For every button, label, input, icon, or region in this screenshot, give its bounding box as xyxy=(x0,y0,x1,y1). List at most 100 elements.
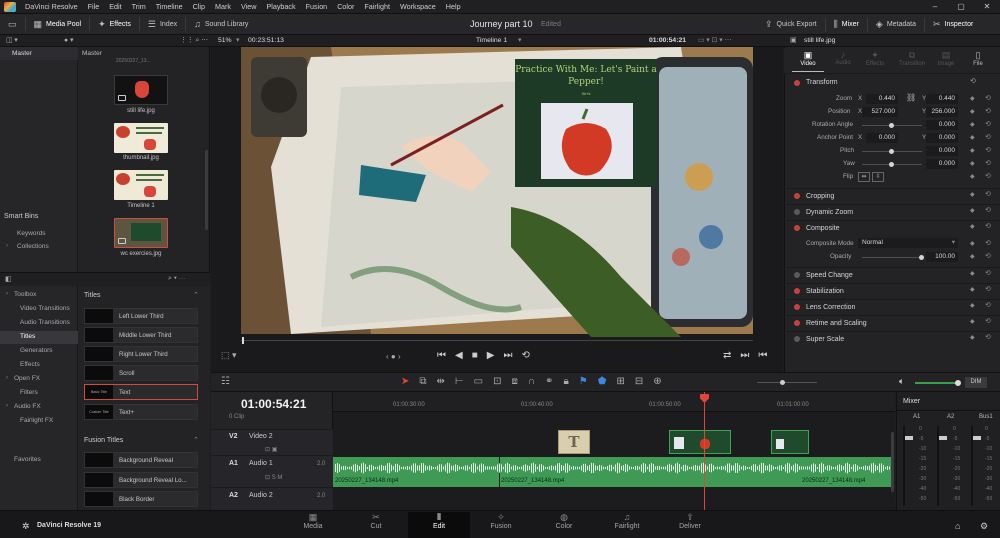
effects-tree-item[interactable]: › Open FX xyxy=(0,373,78,386)
linked-selection-icon[interactable]: ⚭ xyxy=(545,376,553,387)
overwrite-clip-icon[interactable]: ⊡ xyxy=(493,376,501,387)
reset-icon[interactable]: ⟲ xyxy=(985,94,991,102)
keyframe-icon[interactable]: ◆ xyxy=(970,134,975,141)
settings-icon[interactable]: ⚙ xyxy=(980,521,988,532)
play-icon[interactable]: ▶ xyxy=(487,350,495,361)
timeline-selector[interactable]: Timeline 1 xyxy=(476,35,507,47)
viewer-zoom[interactable]: 51% xyxy=(218,35,232,47)
timeline-options-icon[interactable]: ☷ xyxy=(221,376,230,387)
track-controls-icon[interactable]: ⊡ ▣ xyxy=(265,446,277,453)
reset-icon[interactable]: ⟲ xyxy=(985,252,991,260)
keyframe-icon[interactable]: ◆ xyxy=(970,108,975,115)
position-x-field[interactable]: 527.000 xyxy=(862,107,898,117)
tab-image[interactable]: ▤ Image xyxy=(930,50,962,67)
opacity-knob[interactable] xyxy=(919,255,924,260)
insert-clip-icon[interactable]: ▭ xyxy=(474,376,483,387)
timeline-chevron-icon[interactable]: ▾ xyxy=(518,35,521,47)
clip-timeline-1[interactable] xyxy=(114,170,168,200)
volume-icon[interactable]: 🔈︎ xyxy=(899,376,904,387)
page-edit[interactable]: ⫴ Edit xyxy=(408,512,470,538)
reset-icon[interactable]: ⟲ xyxy=(985,239,991,247)
pitch-field[interactable]: 0.000 xyxy=(926,146,958,156)
clip-thumbnail[interactable] xyxy=(114,123,168,153)
menu-timeline[interactable]: Timeline xyxy=(151,2,188,11)
viewer-options-icon[interactable]: ▭ ▾ ⊡ ▾ ⋯ xyxy=(698,35,731,47)
yaw-field[interactable]: 0.000 xyxy=(926,159,958,169)
menu-fairlight[interactable]: Fairlight xyxy=(359,2,395,11)
menu-fusion[interactable]: Fusion xyxy=(301,2,333,11)
go-to-end-icon[interactable]: ⏭ xyxy=(503,350,512,361)
fusion-title-item[interactable]: Background Reveal xyxy=(84,452,198,468)
enable-toggle[interactable] xyxy=(794,225,800,231)
keyframe-icon[interactable]: ◆ xyxy=(970,95,975,102)
reset-icon[interactable]: ⟲ xyxy=(985,159,991,167)
home-icon[interactable]: ⌂ xyxy=(955,521,960,531)
search-icon[interactable]: ⌕ ▾ ⋯ xyxy=(168,275,186,283)
lens-correction-section[interactable]: Lens Correction xyxy=(784,299,1000,314)
loop-icon[interactable]: ⟲ xyxy=(521,350,529,361)
effects-tree-item[interactable]: Audio Transitions xyxy=(0,317,78,330)
reset-icon[interactable]: ⟲ xyxy=(985,146,991,154)
maximize-icon[interactable]: ▢ xyxy=(948,0,974,14)
master-bin[interactable]: Master xyxy=(0,47,78,60)
dim-button[interactable]: DIM xyxy=(965,377,987,388)
menu-help[interactable]: Help xyxy=(441,2,466,11)
menu-playback[interactable]: Playback xyxy=(261,2,300,11)
tab-audio[interactable]: ♪ Audio xyxy=(827,50,859,66)
zoom-chevron-icon[interactable]: ▾ xyxy=(236,35,239,47)
match-frame-icon[interactable]: ⇄ xyxy=(723,350,731,361)
collections-chevron-icon[interactable]: › xyxy=(6,243,8,249)
menu-color[interactable]: Color xyxy=(332,2,359,11)
transform-mode-icon[interactable]: ⬚ ▾ xyxy=(221,350,237,361)
composite-mode-select[interactable]: Normal ▾ xyxy=(858,238,958,248)
cropping-section[interactable]: Cropping xyxy=(784,188,1000,203)
index-button[interactable]: ☰ Index xyxy=(140,14,185,35)
enable-toggle[interactable] xyxy=(794,272,800,278)
chevron-right-icon[interactable]: › xyxy=(6,375,8,381)
keyframe-icon[interactable]: ◆ xyxy=(970,253,975,260)
video-clip[interactable] xyxy=(669,430,731,454)
reverse-play-icon[interactable]: ◀ xyxy=(455,350,463,361)
page-color[interactable]: ◍ Color xyxy=(533,512,595,538)
anchor-y-field[interactable]: 0.000 xyxy=(926,133,958,143)
keyframe-icon[interactable]: ◆ xyxy=(970,173,975,180)
keyframe-icon[interactable]: ◆ xyxy=(970,240,975,247)
timeline-scrollbar[interactable] xyxy=(891,432,894,492)
fusion-title-item[interactable]: Black Border xyxy=(84,491,198,507)
timeline-tracks-area[interactable]: 01:00:30:00 01:00:40:00 01:00:50:00 01:0… xyxy=(333,392,895,510)
chevron-right-icon[interactable]: › xyxy=(6,403,8,409)
quick-export-button[interactable]: ⇪ Quick Export xyxy=(757,14,825,35)
flip-horizontal-icon[interactable]: ⇹ xyxy=(858,172,870,182)
menu-mark[interactable]: Mark xyxy=(210,2,236,11)
page-media[interactable]: ▦ Media xyxy=(282,512,344,538)
reset-icon[interactable]: ⟲ xyxy=(985,107,991,115)
zoom-detail-icon[interactable]: ⊕ xyxy=(653,376,661,387)
keyframe-icon[interactable]: ◆ xyxy=(970,121,975,128)
link-icon[interactable]: ⛓ xyxy=(906,93,916,102)
zoom-custom-icon[interactable]: ⊟ xyxy=(635,376,643,387)
playhead[interactable] xyxy=(704,392,705,510)
list-view-icon[interactable]: ⋮⋮ ⌕ ⋯ xyxy=(180,35,208,47)
clip-wc-exercies[interactable] xyxy=(114,218,168,248)
media-pool-button[interactable]: ▦ Media Pool xyxy=(26,14,90,35)
track-v2[interactable]: V2 Video 2 ⊡ ▣ xyxy=(211,429,333,455)
prev-edit-icon[interactable]: ⏮ xyxy=(758,350,767,361)
selection-tool-icon[interactable]: ➤ xyxy=(401,376,409,387)
super-scale-section[interactable]: Super Scale xyxy=(784,331,1000,346)
transform-section[interactable]: Transform xyxy=(784,75,1000,90)
title-template-item[interactable]: Scroll xyxy=(84,365,198,381)
fader-a1[interactable] xyxy=(905,436,913,440)
clip-view-icon[interactable]: ● ▾ xyxy=(64,35,73,47)
effects-tree-item[interactable]: › Toolbox xyxy=(0,289,78,302)
smart-bin-collections[interactable]: Collections xyxy=(17,243,49,250)
page-deliver[interactable]: ⇪ Deliver xyxy=(659,512,721,538)
reset-icon[interactable]: ⟲ xyxy=(985,172,991,180)
enable-toggle[interactable] xyxy=(794,304,800,310)
keyframe-icon[interactable]: ◆ xyxy=(970,147,975,154)
effects-tree-item[interactable]: Generators xyxy=(0,345,78,358)
enable-toggle[interactable] xyxy=(794,193,800,199)
fader-bus1[interactable] xyxy=(973,436,981,440)
yaw-knob[interactable] xyxy=(889,162,894,167)
menu-trim[interactable]: Trim xyxy=(127,2,151,11)
rotation-field[interactable]: 0.000 xyxy=(926,120,958,130)
